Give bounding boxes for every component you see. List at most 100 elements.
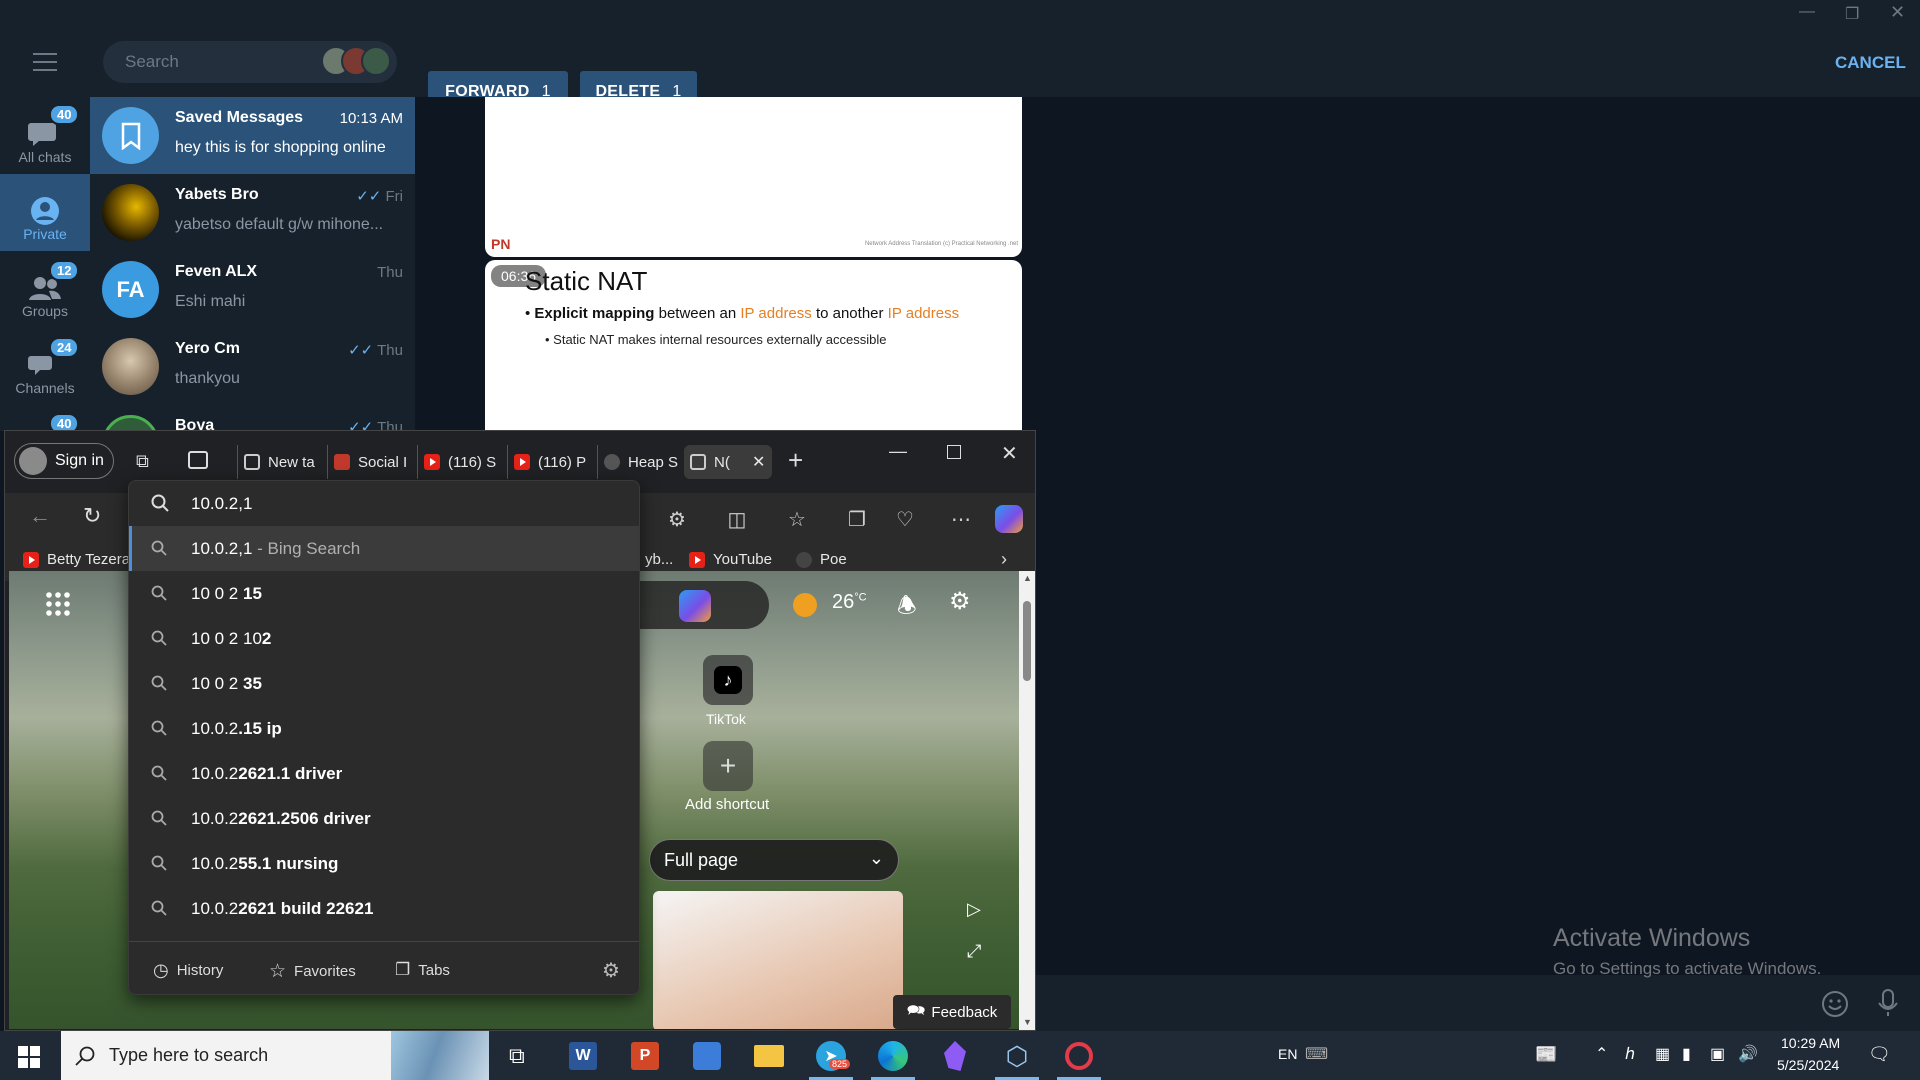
chat-row-yero-cm[interactable]: Yero Cm ✓✓ Thu thankyou (90, 328, 415, 405)
tab-youtube-2[interactable]: (116) P (507, 445, 589, 479)
settings-icon[interactable]: ⚙ (949, 587, 971, 616)
obsidian-icon[interactable] (937, 1039, 973, 1073)
new-tab-icon[interactable]: + (788, 445, 803, 476)
address-input-value[interactable]: 10.0.2,1 (191, 494, 252, 514)
tab-new-tab[interactable]: New ta (237, 445, 319, 479)
notification-center-icon[interactable]: 🗨 (1868, 1044, 1891, 1065)
close-tab-icon[interactable]: ✕ (752, 452, 765, 472)
scrollbar[interactable]: ▲ ▼ (1019, 571, 1035, 1030)
feedback-button[interactable]: 🗪 Feedback (893, 995, 1011, 1029)
suggestion-item[interactable]: 10 0 2 15 (129, 571, 639, 616)
close-icon[interactable]: ✕ (1890, 2, 1905, 23)
keyboard-icon[interactable]: ⌨ (1305, 1044, 1328, 1064)
history-button[interactable]: ◷ History (153, 960, 223, 981)
powerpoint-icon[interactable]: P (627, 1039, 663, 1073)
app-icon[interactable] (689, 1039, 725, 1073)
minimize-icon[interactable]: — (1799, 3, 1815, 21)
app-icon-red[interactable] (1057, 1039, 1101, 1080)
tray-app-icon[interactable]: ℎ (1625, 1044, 1635, 1064)
image-message-slide-1[interactable]: PN Network Address Translation (c) Pract… (485, 97, 1022, 257)
chat-row-saved-messages[interactable]: Saved Messages 10:13 AM hey this is for … (90, 97, 415, 174)
menu-icon[interactable] (33, 53, 57, 71)
back-icon[interactable]: ← (29, 503, 51, 529)
settings-icon[interactable]: ⚙ (602, 958, 620, 983)
copilot-icon[interactable] (995, 505, 1023, 533)
image-message-slide-2[interactable]: 06:36 Static NAT • Explicit mapping betw… (485, 260, 1022, 431)
extensions-icon[interactable]: ⚙ (665, 507, 689, 531)
scroll-up-icon[interactable]: ▲ (1023, 573, 1032, 583)
suggestion-item[interactable]: 10.0.22621 build 22621 (129, 886, 639, 931)
message-input-bar[interactable] (1025, 975, 1920, 1031)
taskbar-search[interactable]: Type here to search (61, 1031, 489, 1080)
collections-icon[interactable]: ❐ (845, 507, 869, 531)
clock-time[interactable]: 10:29 AM (1781, 1035, 1840, 1051)
windows-start-icon[interactable] (18, 1046, 40, 1068)
favorite-poe[interactable]: Poe (796, 551, 847, 568)
split-screen-icon[interactable]: ◫ (725, 507, 749, 531)
suggestion-item[interactable]: 10 0 2 35 (129, 661, 639, 706)
chevron-up-icon[interactable]: ⌃ (1595, 1044, 1608, 1064)
suggestion-item[interactable]: 10.0.22621.1 driver (129, 751, 639, 796)
feed-image[interactable] (653, 891, 903, 1029)
restore-icon[interactable]: ❐ (1845, 4, 1859, 24)
favorites-icon[interactable]: ☆ (785, 507, 809, 531)
notifications-icon[interactable]: 🕭 (897, 589, 917, 627)
copilot-icon[interactable] (679, 590, 711, 622)
tabs-button[interactable]: ❐ Tabs (395, 960, 450, 980)
edge-icon[interactable] (871, 1039, 915, 1080)
favorite-youtube[interactable]: YouTube (689, 551, 772, 568)
layout-select[interactable]: Full page ⌄ (649, 839, 899, 881)
chat-row-yabets-bro[interactable]: Yabets Bro ✓✓ Fri yabetso default g/w mi… (90, 174, 415, 251)
chevron-right-icon[interactable]: › (1001, 549, 1007, 570)
refresh-icon[interactable]: ↻ (83, 503, 101, 529)
folder-private[interactable]: Private (0, 174, 90, 251)
word-icon[interactable]: W (565, 1039, 601, 1073)
workspaces-icon[interactable]: ⧉ (136, 451, 149, 472)
tab-actions-icon[interactable] (188, 451, 208, 469)
emoji-icon[interactable] (1821, 990, 1849, 1018)
chat-row-boya[interactable]: Boya ✓✓ Thu (90, 405, 415, 431)
news-icon[interactable]: 📰 (1535, 1044, 1557, 1065)
play-icon[interactable]: ▷ (967, 899, 981, 920)
suggestion-item[interactable]: 10.0.255.1 nursing (129, 841, 639, 886)
volume-icon[interactable]: 🔊 (1738, 1044, 1758, 1064)
cancel-button[interactable]: CANCEL (1835, 53, 1906, 73)
suggestion-item[interactable]: 10.0.2,1 - Bing Search (129, 526, 639, 571)
tab-youtube-1[interactable]: (116) S (417, 445, 499, 479)
file-explorer-icon[interactable] (751, 1039, 787, 1073)
sign-in-button[interactable]: Sign in (14, 443, 114, 479)
microphone-icon[interactable] (1877, 988, 1899, 1018)
favorites-button[interactable]: ☆ Favorites (269, 960, 356, 983)
close-icon[interactable]: ✕ (1001, 441, 1018, 466)
suggestion-item[interactable]: 10.0.2.15 ip (129, 706, 639, 751)
address-bar[interactable]: 10.0.2,1 (129, 481, 639, 526)
more-icon[interactable]: ⋯ (949, 507, 973, 531)
scroll-down-icon[interactable]: ▼ (1023, 1017, 1032, 1027)
meet-now-icon[interactable]: ▦ (1655, 1044, 1670, 1064)
network-icon[interactable]: ▣ (1710, 1044, 1725, 1064)
battery-icon[interactable]: ▮ (1682, 1044, 1691, 1064)
tab-heap[interactable]: Heap S (597, 445, 679, 479)
favorite-betty-tezera[interactable]: Betty Tezera (23, 551, 130, 568)
add-shortcut-button[interactable]: + (703, 741, 753, 791)
expand-icon[interactable]: ⤢ (967, 941, 981, 962)
telegram-icon[interactable]: ➤ 825 (809, 1039, 853, 1080)
favorite-yb[interactable]: yb... (645, 551, 673, 568)
clock-date[interactable]: 5/25/2024 (1777, 1057, 1839, 1073)
shortcut-tiktok[interactable]: ♪ (703, 655, 753, 705)
browser-essentials-icon[interactable]: ♡ (893, 507, 917, 531)
tab-social[interactable]: Social I (327, 445, 409, 479)
apps-grid-icon[interactable] (45, 591, 71, 617)
language-indicator[interactable]: EN (1278, 1046, 1297, 1062)
suggestion-item[interactable]: 10.0.22621.2506 driver (129, 796, 639, 841)
story-avatars[interactable] (321, 46, 391, 76)
3d-viewer-icon[interactable]: ⬡ (995, 1039, 1039, 1080)
task-view-icon[interactable]: ⧉ (509, 1043, 525, 1069)
chat-row-feven-alx[interactable]: FA Feven ALX Thu Eshi mahi (90, 251, 415, 328)
scrollbar-thumb[interactable] (1023, 601, 1031, 681)
maximize-icon[interactable] (947, 445, 961, 459)
search-input[interactable]: Search (103, 41, 397, 83)
tab-active[interactable]: N(✕ (684, 445, 772, 479)
suggestion-item[interactable]: 10 0 2 102 (129, 616, 639, 661)
minimize-icon[interactable]: — (889, 441, 907, 462)
